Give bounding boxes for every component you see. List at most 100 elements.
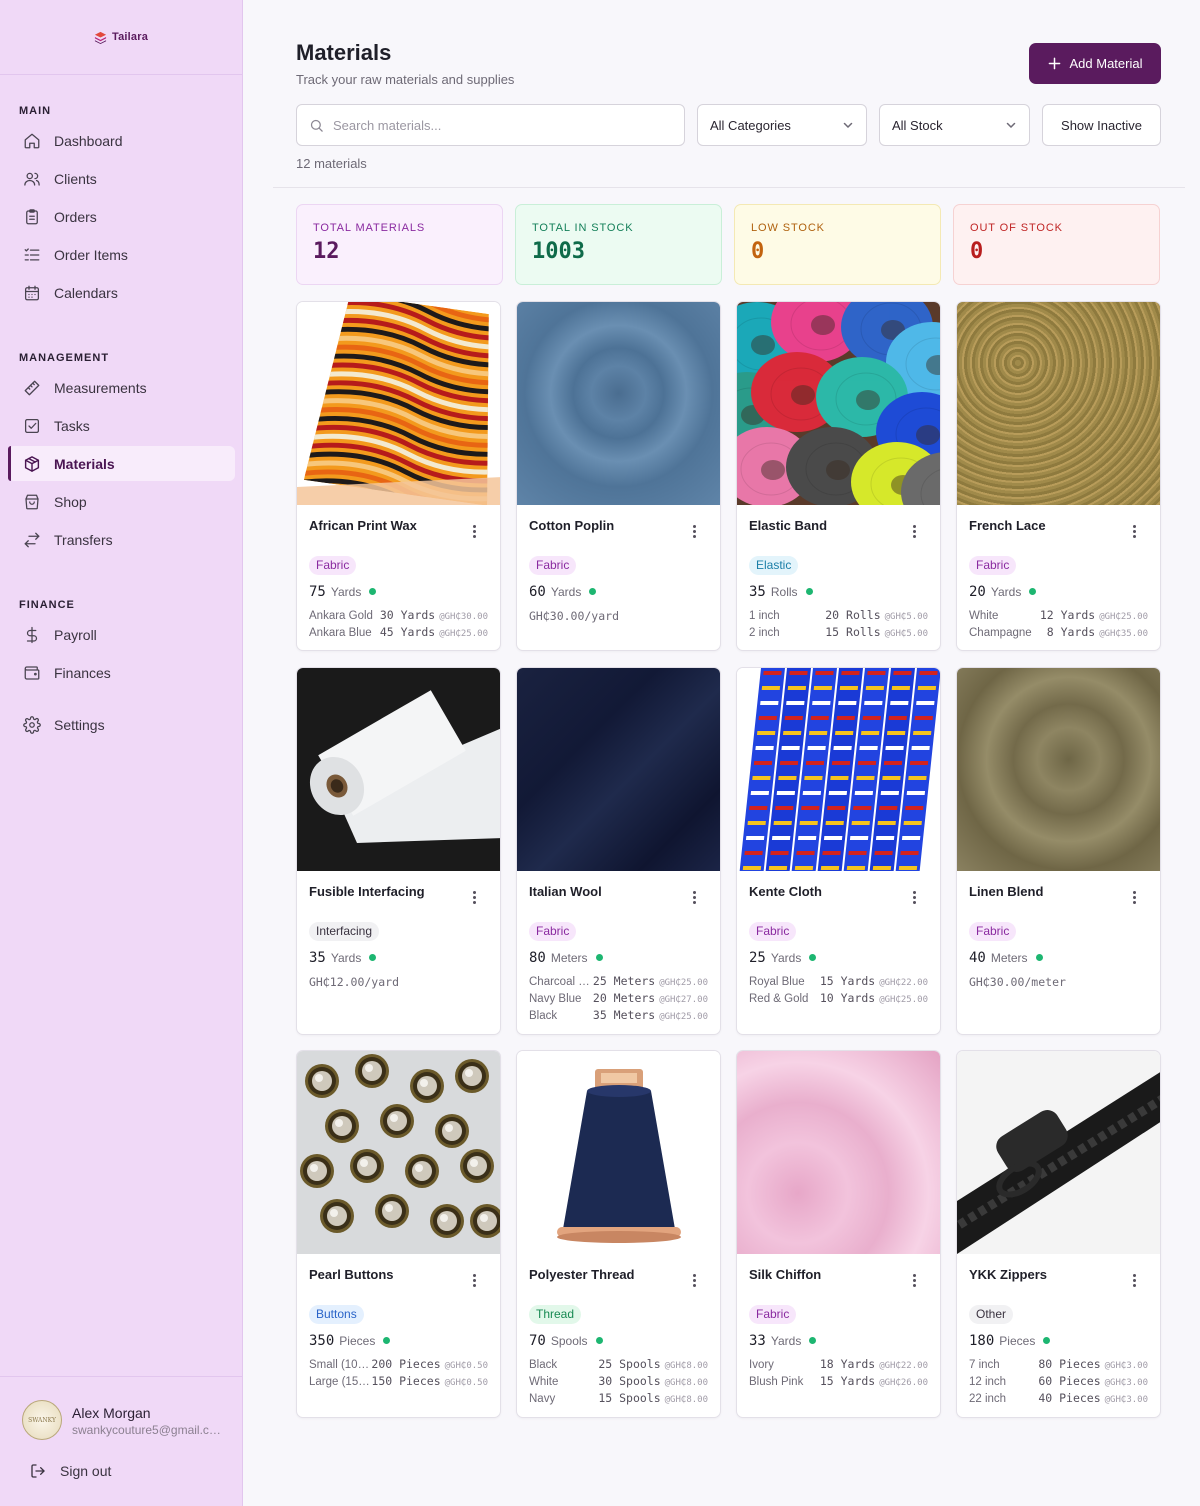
more-options-icon[interactable] — [1128, 889, 1140, 905]
more-options-icon[interactable] — [908, 1272, 920, 1288]
material-name: French Lace — [969, 518, 1046, 533]
material-image-blue-cotton[interactable] — [517, 302, 720, 505]
variant-row: White 30 Spools @GH₵8.00 — [529, 1374, 708, 1391]
sidebar-item-orders[interactable]: Orders — [8, 199, 235, 234]
material-image-kente-cloth[interactable] — [737, 668, 940, 871]
variant-name: 22 inch — [969, 1393, 1007, 1405]
sidebar-item-clients[interactable]: Clients — [8, 161, 235, 196]
more-options-icon[interactable] — [1128, 1272, 1140, 1288]
stock-select[interactable]: All Stock — [879, 104, 1030, 146]
material-image-elastic-rolls[interactable] — [737, 302, 940, 505]
material-card[interactable]: YKK Zippers Other 180 Pieces 7 inch 80 Pieces… — [956, 1050, 1161, 1418]
more-options-icon[interactable] — [468, 523, 480, 539]
sidebar-item-label: Clients — [54, 170, 97, 187]
material-name: Italian Wool — [529, 884, 602, 899]
material-image-thread-spool[interactable] — [517, 1051, 720, 1254]
sidebar-item-label: Transfers — [54, 531, 113, 548]
sidebar-item-label: Finances — [54, 664, 111, 681]
more-options-icon[interactable] — [468, 889, 480, 905]
material-card[interactable]: Kente Cloth Fabric 25 Yards Royal Blue 15 Yar… — [736, 667, 941, 1035]
material-name: African Print Wax — [309, 518, 417, 533]
brand-logo[interactable]: Tailara — [0, 0, 242, 75]
user-profile[interactable]: SWANKY Alex Morgan swankycouture5@gmail.… — [0, 1376, 243, 1506]
sidebar-item-payroll[interactable]: Payroll — [8, 617, 235, 652]
stat-value: 0 — [751, 239, 765, 264]
more-options-icon[interactable] — [468, 1272, 480, 1288]
material-card[interactable]: Italian WoolFabric80MetersCharcoal Grey2… — [516, 667, 721, 1035]
material-image-african-wax-print[interactable] — [297, 302, 500, 505]
quantity-value: 75 — [309, 584, 326, 600]
nav-section-finance: FINANCE Payroll Finances — [0, 596, 243, 690]
sign-out-label: Sign out — [60, 1463, 112, 1479]
sidebar-item-materials[interactable]: Materials — [8, 446, 235, 481]
stock-quantity: 60 Yards — [529, 584, 597, 600]
avatar[interactable]: SWANKY — [22, 1400, 62, 1440]
material-card[interactable]: African Print Wax Fabric 75 Yards Ankara Gol… — [296, 301, 501, 651]
search-box[interactable] — [296, 104, 685, 146]
in-stock-indicator — [809, 1337, 817, 1344]
divider — [273, 187, 1185, 188]
in-stock-indicator — [589, 588, 597, 595]
stat-label: TOTAL IN STOCK — [532, 222, 634, 234]
category-badge: Fabric — [749, 1305, 797, 1324]
more-options-icon[interactable] — [688, 889, 700, 905]
sidebar-item-calendars[interactable]: Calendars — [8, 275, 235, 310]
sidebar-item-tasks[interactable]: Tasks — [8, 408, 235, 443]
sidebar-item-shop[interactable]: Shop — [8, 484, 235, 519]
material-image-black-zipper[interactable] — [957, 1051, 1160, 1254]
quantity-unit: Yards — [330, 951, 362, 965]
material-image-pink-chiffon[interactable] — [737, 1051, 940, 1254]
material-card[interactable]: Cotton Poplin Fabric 60 Yards GH₵30.00/yard — [516, 301, 721, 651]
variant-quantity: 15 Yards — [819, 974, 876, 988]
sidebar-item-transfers[interactable]: Transfers — [8, 522, 235, 557]
quantity-unit: Yards — [770, 1334, 802, 1348]
material-card[interactable]: Fusible Interfacing Interfacing 35 Yards GH₵… — [296, 667, 501, 1035]
more-options-icon[interactable] — [688, 1272, 700, 1288]
variant-name: Small (10mm) — [309, 1359, 371, 1371]
material-card[interactable]: Linen Blend Fabric 40 Meters GH₵30.00/meter — [956, 667, 1161, 1035]
user-email: swankycouture5@gmail.com — [72, 1423, 222, 1437]
variant-price: @GH₵5.00 — [884, 629, 928, 639]
sign-out-button[interactable]: Sign out — [30, 1463, 111, 1479]
shopping-bag-icon — [22, 492, 42, 512]
stock-quantity: 75 Yards — [309, 584, 377, 600]
material-card-body: Fusible Interfacing Interfacing 35 Yards GH₵… — [297, 871, 500, 1034]
material-image-navy-wool[interactable] — [517, 668, 720, 871]
material-image-gold-lace[interactable] — [957, 302, 1160, 505]
variant-row: Black 35 Meters @GH₵25.00 — [529, 1008, 708, 1025]
sidebar-item-measurements[interactable]: Measurements — [8, 370, 235, 405]
variant-name: Blush Pink — [749, 1376, 804, 1388]
quantity-unit: Meters — [990, 951, 1028, 965]
stock-quantity: 33 Yards — [749, 1333, 817, 1349]
sidebar-item-order-items[interactable]: Order Items — [8, 237, 235, 272]
users-icon — [22, 169, 42, 189]
material-card[interactable]: Silk Chiffon Fabric 33 Yards Ivory 18 Yards @G… — [736, 1050, 941, 1418]
sidebar-item-settings[interactable]: Settings — [8, 707, 235, 742]
quantity-value: 35 — [309, 950, 326, 966]
more-options-icon[interactable] — [1128, 523, 1140, 539]
material-card[interactable]: Polyester Thread Thread 70 Spools Black 25 Sp… — [516, 1050, 721, 1418]
add-material-button[interactable]: Add Material — [1029, 43, 1161, 84]
variant-name: 12 inch — [969, 1376, 1007, 1388]
variant-quantity: 35 Meters — [592, 1008, 656, 1022]
category-select[interactable]: All Categories — [697, 104, 867, 146]
material-card[interactable]: French Lace Fabric 20 Yards White 12 Yards @GH… — [956, 301, 1161, 651]
material-card[interactable]: Elastic Band Elastic 35 Rolls 1 inch 20 Rolls… — [736, 301, 941, 651]
variant-row: Ankara Gold 30 Yards @GH₵30.00 — [309, 608, 488, 625]
material-name: Kente Cloth — [749, 884, 822, 899]
search-icon — [310, 119, 323, 132]
sidebar-item-finances[interactable]: Finances — [8, 655, 235, 690]
variant-name: 2 inch — [749, 627, 780, 639]
material-image-pearl-buttons[interactable] — [297, 1051, 500, 1254]
search-input[interactable] — [333, 117, 663, 133]
variant-row: 22 inch 40 Pieces @GH₵3.00 — [969, 1391, 1148, 1408]
more-options-icon[interactable] — [908, 889, 920, 905]
quantity-value: 35 — [749, 584, 766, 600]
material-image-khaki-linen[interactable] — [957, 668, 1160, 871]
show-inactive-button[interactable]: Show Inactive — [1042, 104, 1161, 146]
more-options-icon[interactable] — [908, 523, 920, 539]
material-image-interfacing-roll[interactable] — [297, 668, 500, 871]
more-options-icon[interactable] — [688, 523, 700, 539]
material-card[interactable]: Pearl Buttons Buttons 350 Pieces Small (10mm… — [296, 1050, 501, 1418]
sidebar-item-dashboard[interactable]: Dashboard — [8, 123, 235, 158]
